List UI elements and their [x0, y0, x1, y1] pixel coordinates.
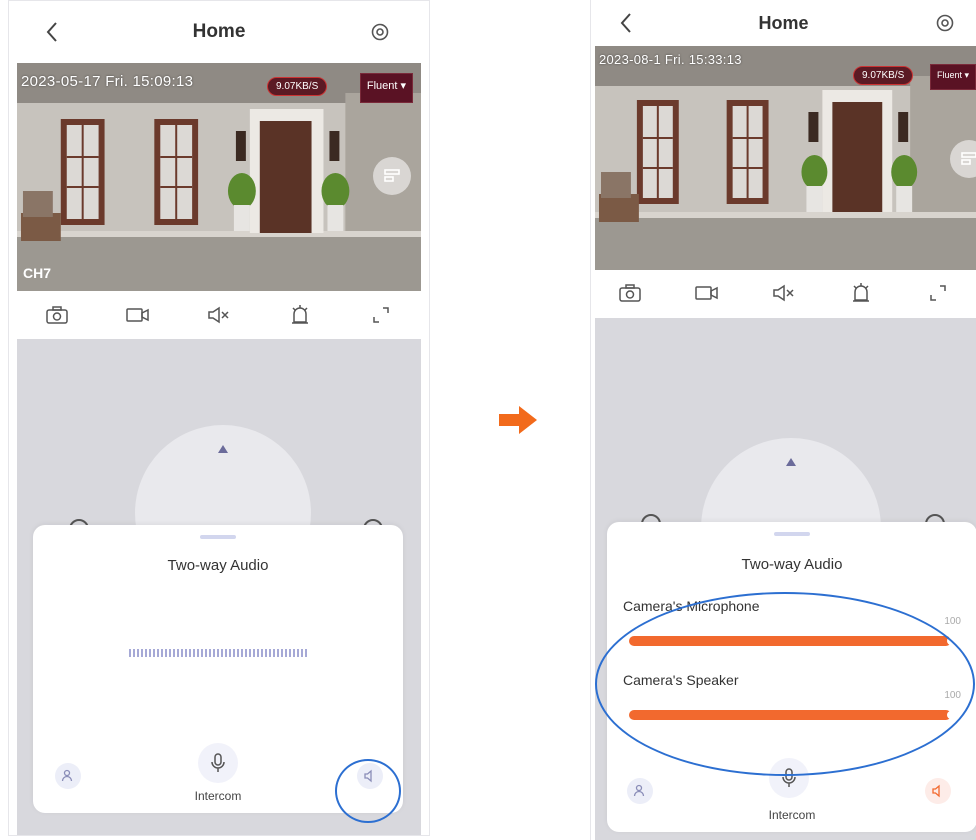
mute-icon [772, 284, 794, 302]
bitrate-badge: 9.07KB/S [853, 66, 914, 85]
microphone-value: 100 [944, 616, 961, 627]
video-timestamp: 2023-08-1 Fri. 15:33:13 [599, 52, 742, 67]
speaker-button[interactable] [925, 778, 951, 804]
live-video-feed[interactable]: 2023-08-1 Fri. 15:33:13 9.07KB/S Fluent … [595, 46, 976, 270]
back-button[interactable] [37, 17, 67, 47]
camera-icon [618, 284, 641, 302]
sheet-title: Two-way Audio [741, 556, 843, 573]
alarm-icon [852, 283, 869, 302]
settings-icon [371, 23, 389, 41]
person-button[interactable] [55, 763, 81, 789]
settings-button[interactable] [930, 8, 960, 38]
record-icon [694, 286, 718, 300]
record-button[interactable] [690, 278, 724, 308]
alarm-button[interactable] [844, 278, 878, 308]
sheet-drag-handle[interactable] [200, 535, 236, 539]
intercom-button[interactable] [198, 743, 238, 783]
intercom-label: Intercom [768, 808, 816, 822]
mute-button[interactable] [767, 278, 801, 308]
person-icon [61, 769, 73, 782]
bitrate-badge: 9.07KB/S [267, 77, 328, 96]
microphone-volume-slider[interactable] [629, 636, 955, 646]
header-bar: Home [9, 1, 429, 63]
video-timestamp: 2023-05-17 Fri. 15:09:13 [21, 73, 194, 90]
fullscreen-button[interactable] [364, 300, 398, 330]
live-video-feed[interactable]: 2023-05-17 Fri. 15:09:13 9.07KB/S Fluent… [17, 63, 421, 291]
record-icon [126, 308, 149, 322]
page-title: Home [192, 21, 246, 42]
settings-icon [936, 14, 954, 32]
settings-button[interactable] [365, 17, 395, 47]
record-button[interactable] [121, 300, 155, 330]
right-arrow-icon [499, 406, 537, 434]
video-scene-image [595, 46, 976, 270]
intercom-button[interactable] [769, 758, 809, 798]
audio-waveform [129, 649, 309, 657]
sheet-drag-handle[interactable] [774, 532, 810, 536]
channel-label: CH7 [23, 265, 52, 281]
microphone-icon [211, 753, 225, 772]
mute-button[interactable] [202, 300, 236, 330]
two-way-audio-sheet: Two-way Audio Camera's Microphone 100 Ca… [607, 522, 976, 832]
back-arrow-icon [46, 22, 57, 42]
speaker-slider-knob[interactable] [947, 711, 955, 719]
snapshot-button[interactable] [40, 300, 74, 330]
quality-selector[interactable]: Fluent ▾ [359, 73, 413, 103]
intercom-label: Intercom [194, 789, 242, 803]
split-screen-icon [384, 169, 400, 182]
sheet-title: Two-way Audio [167, 557, 269, 574]
person-icon [633, 784, 645, 797]
split-screen-icon [961, 152, 976, 165]
person-button[interactable] [627, 778, 653, 804]
microphone-slider-knob[interactable] [947, 637, 955, 645]
alarm-button[interactable] [283, 300, 317, 330]
mute-icon [208, 306, 229, 324]
camera-icon [46, 306, 69, 324]
microphone-icon [782, 768, 796, 787]
snapshot-button[interactable] [613, 278, 647, 308]
header-bar: Home [591, 0, 976, 46]
ptz-up-arrow-icon[interactable] [218, 445, 228, 453]
video-toolbar [17, 291, 421, 339]
two-way-audio-sheet: Two-way Audio Intercom [33, 525, 403, 813]
alarm-icon [291, 305, 308, 324]
back-arrow-icon [620, 13, 631, 33]
speaker-volume-slider[interactable] [629, 710, 955, 720]
split-screen-button[interactable] [373, 157, 411, 195]
video-toolbar [591, 270, 976, 316]
phone-screen-before: Home 2023-05-17 Fri. 15:09:13 9.07KB/S F… [8, 0, 430, 836]
speaker-icon [932, 784, 940, 798]
phone-screen-after: Home 2023-08-1 Fri. 15:33:13 9.07KB/S Fl… [590, 0, 976, 840]
speaker-label: Camera's Speaker [623, 672, 739, 688]
fullscreen-icon [929, 285, 946, 301]
fullscreen-icon [372, 307, 389, 323]
quality-selector[interactable]: Fluent ▾ [929, 64, 976, 90]
back-button[interactable] [611, 8, 641, 38]
page-title: Home [758, 12, 809, 33]
fullscreen-button[interactable] [921, 278, 955, 308]
speaker-button[interactable] [357, 763, 383, 789]
microphone-label: Camera's Microphone [623, 598, 760, 614]
speaker-icon [364, 769, 372, 783]
speaker-value: 100 [944, 690, 961, 701]
ptz-up-arrow-icon[interactable] [786, 458, 796, 466]
